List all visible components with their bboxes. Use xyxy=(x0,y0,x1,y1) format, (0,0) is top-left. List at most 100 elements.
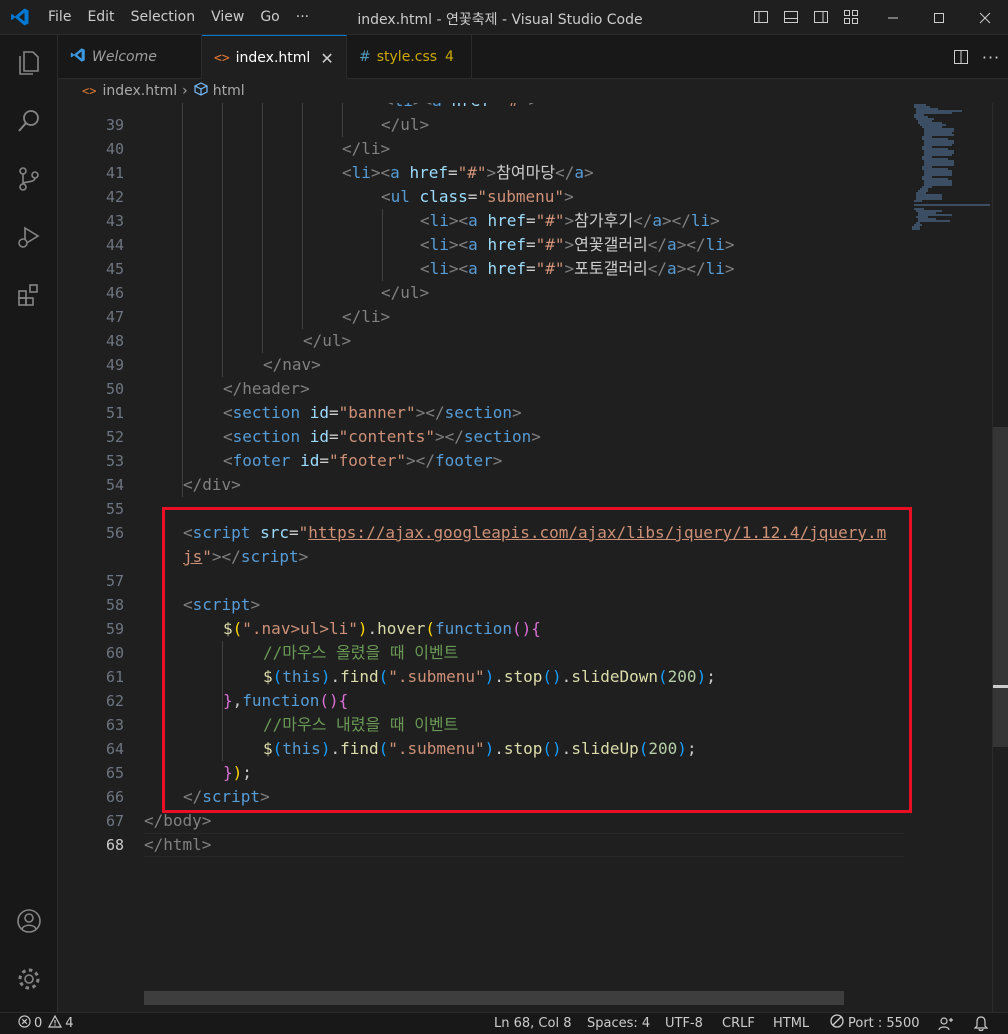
toggle-secondary-sidebar-icon[interactable] xyxy=(810,6,832,28)
tab-style-css[interactable]: # style.css 4 xyxy=(347,35,472,79)
run-debug-icon[interactable] xyxy=(0,213,58,261)
split-editor-icon[interactable] xyxy=(948,45,974,69)
menu-more[interactable]: ··· xyxy=(288,5,317,29)
line-number: 52 xyxy=(105,428,124,446)
warning-icon xyxy=(48,1014,63,1034)
editor-tabs: Welcome <> index.html ✕ # style.css 4 ··… xyxy=(58,35,1008,80)
highlight-box xyxy=(162,507,912,813)
line-number: 63 xyxy=(105,716,124,734)
notifications-bell-icon[interactable] xyxy=(974,1015,988,1033)
line-number: 42 xyxy=(105,188,124,206)
toggle-primary-sidebar-icon[interactable] xyxy=(750,6,772,28)
language-mode[interactable]: HTML xyxy=(773,1015,809,1033)
code-line: </li> xyxy=(342,305,390,329)
customize-layout-icon[interactable] xyxy=(840,6,862,28)
search-icon[interactable] xyxy=(0,97,58,145)
vscode-logo-icon[interactable] xyxy=(0,0,40,35)
more-actions-icon[interactable]: ··· xyxy=(978,45,1004,69)
line-number: 39 xyxy=(105,116,124,134)
line-number: 54 xyxy=(105,476,124,494)
vertical-scrollbar[interactable] xyxy=(992,103,1008,1012)
cursor-position[interactable]: Ln 68, Col 8 xyxy=(494,1015,571,1033)
line-number: 62 xyxy=(105,692,124,710)
horizontal-scrollbar[interactable] xyxy=(144,991,844,1005)
source-control-icon[interactable] xyxy=(0,155,58,203)
line-number-gutter: 39 40 41 42 43 44 45 46 47 48 49 50 51 5… xyxy=(58,103,124,1012)
error-count: 0 xyxy=(34,1016,43,1031)
code-line: </ul> xyxy=(381,281,429,305)
tab-style-css-label: style.css xyxy=(376,49,438,65)
window-title: index.html - 연꽃축제 - Visual Studio Code xyxy=(357,12,643,28)
problem-count-badge: 4 xyxy=(445,49,454,65)
line-number: 60 xyxy=(105,644,124,662)
code-token: </header> xyxy=(223,379,310,398)
breadcrumb-file-label: index.html xyxy=(102,83,178,99)
line-number: 41 xyxy=(105,164,124,182)
encoding-setting[interactable]: UTF-8 xyxy=(665,1015,703,1033)
line-number: 53 xyxy=(105,452,124,470)
menu-go[interactable]: Go xyxy=(252,5,287,29)
line-number: 48 xyxy=(105,332,124,350)
error-icon xyxy=(18,1014,31,1034)
line-number: 47 xyxy=(105,308,124,326)
code-line: </html> xyxy=(144,833,211,857)
minimap[interactable] xyxy=(912,103,992,1012)
live-server-port[interactable]: Port : 5500 xyxy=(830,1014,920,1034)
line-number: 64 xyxy=(105,740,124,758)
line-number: 68 xyxy=(105,836,124,854)
breadcrumb-element-label: html xyxy=(212,83,245,99)
breadcrumb-file[interactable]: <> index.html xyxy=(82,83,177,99)
code-token: </ul> xyxy=(303,331,352,350)
html-icon: <> xyxy=(82,84,97,98)
code-token: </nav> xyxy=(263,355,321,374)
code-editor[interactable]: 39 40 41 42 43 44 45 46 47 48 49 50 51 5… xyxy=(58,103,1008,1012)
extensions-icon[interactable] xyxy=(0,271,58,319)
line-number: 58 xyxy=(105,596,124,614)
manage-gear-icon[interactable] xyxy=(0,955,58,1003)
line-number: 43 xyxy=(105,212,124,230)
eol-setting[interactable]: CRLF xyxy=(722,1015,755,1033)
minimize-icon[interactable] xyxy=(870,0,916,35)
code-string: "footer" xyxy=(328,451,407,470)
menu-edit[interactable]: Edit xyxy=(79,5,122,29)
tab-welcome-label: Welcome xyxy=(92,49,157,65)
menu-view[interactable]: View xyxy=(203,5,252,29)
close-window-icon[interactable] xyxy=(962,0,1008,35)
cursor-position-marker xyxy=(993,685,1008,688)
code-token: </div> xyxy=(183,475,241,494)
css-icon: # xyxy=(359,49,371,65)
line-number: 57 xyxy=(105,572,124,590)
symbol-element-icon xyxy=(193,81,209,101)
code-string: "contents" xyxy=(338,427,435,446)
line-number: 65 xyxy=(105,764,124,782)
tab-index-html[interactable]: <> index.html ✕ xyxy=(202,35,347,80)
menu-selection[interactable]: Selection xyxy=(123,5,204,29)
close-icon[interactable]: ✕ xyxy=(320,49,333,68)
accounts-feedback-icon[interactable] xyxy=(938,1015,954,1033)
line-number: 40 xyxy=(105,140,124,158)
scrollbar-thumb[interactable] xyxy=(993,427,1008,747)
explorer-icon[interactable] xyxy=(0,39,58,87)
breadcrumb: <> index.html › html xyxy=(58,79,1008,103)
code-token: </body> xyxy=(144,811,212,830)
code-token: </ul> xyxy=(381,283,430,302)
menu-file[interactable]: File xyxy=(40,5,79,29)
indentation-setting[interactable]: Spaces: 4 xyxy=(587,1015,650,1033)
code-line: </header> xyxy=(223,377,310,401)
line-number: 66 xyxy=(105,788,124,806)
prohibited-icon xyxy=(830,1014,844,1034)
toggle-panel-icon[interactable] xyxy=(780,6,802,28)
code-token: </ul> xyxy=(381,115,430,134)
code-text: 포토갤러리 xyxy=(574,259,648,278)
menu-bar: File Edit Selection View Go ··· xyxy=(40,0,317,35)
maximize-icon[interactable] xyxy=(916,0,962,35)
problems-indicator[interactable]: 0 4 xyxy=(18,1014,74,1034)
line-number: 46 xyxy=(105,284,124,302)
line-number: 61 xyxy=(105,668,124,686)
tab-welcome[interactable]: Welcome xyxy=(58,35,202,79)
code-line: </ul> xyxy=(303,329,351,353)
code-line: <footer id="footer"></footer> xyxy=(223,451,503,470)
accounts-icon[interactable] xyxy=(0,897,58,945)
breadcrumb-element[interactable]: html xyxy=(193,81,245,101)
code-line: <section id="banner"></section> xyxy=(223,403,522,422)
